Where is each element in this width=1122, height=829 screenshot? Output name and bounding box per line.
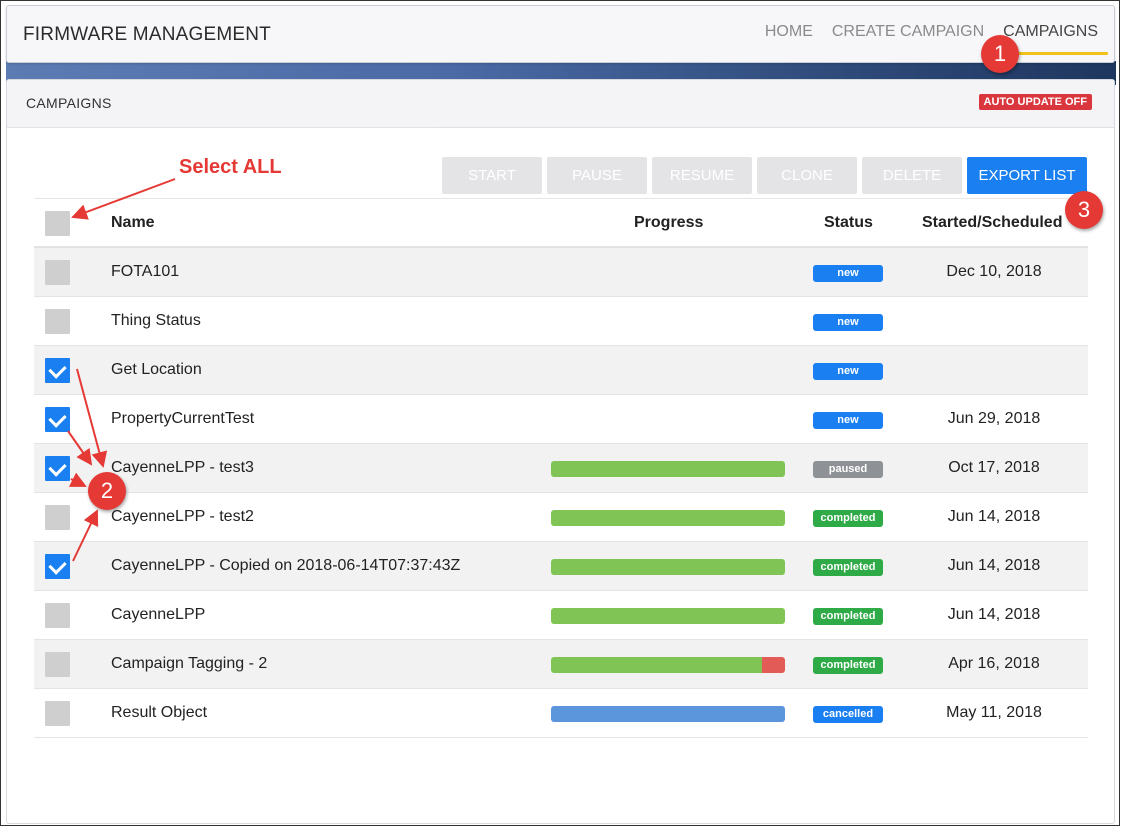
- row-checkbox[interactable]: [45, 407, 70, 432]
- campaign-name[interactable]: PropertyCurrentTest: [111, 410, 254, 428]
- status-badge: paused: [813, 461, 883, 478]
- main-nav: HOME CREATE CAMPAIGN CAMPAIGNS: [763, 23, 1108, 55]
- progress-bar: [551, 559, 785, 575]
- campaign-name[interactable]: FOTA101: [111, 263, 179, 281]
- campaign-name[interactable]: CayenneLPP - test2: [111, 508, 254, 526]
- status-badge: completed: [813, 559, 883, 576]
- callout-1: 1: [981, 35, 1019, 73]
- status-badge: completed: [813, 608, 883, 625]
- progress-bar: [551, 510, 785, 526]
- started-date: Jun 14, 2018: [947, 606, 1041, 623]
- campaign-name[interactable]: Get Location: [111, 361, 202, 379]
- table-row[interactable]: Result Object cancelled May 11, 2018: [34, 689, 1088, 738]
- campaign-name[interactable]: CayenneLPP: [111, 606, 205, 624]
- nav-campaigns[interactable]: CAMPAIGNS: [1001, 23, 1108, 55]
- campaign-name[interactable]: CayenneLPP - test3: [111, 459, 254, 477]
- table-body: FOTA101 new Dec 10, 2018 Thing Status new Get…: [34, 248, 1088, 738]
- campaign-toolbar: START PAUSE RESUME CLONE DELETE EXPORT L…: [442, 157, 1087, 194]
- table-row[interactable]: CayenneLPP - test3 paused Oct 17, 2018: [34, 444, 1088, 493]
- progress-cancelled-segment: [551, 706, 785, 722]
- status-badge: new: [813, 314, 883, 331]
- row-checkbox[interactable]: [45, 603, 70, 628]
- table-row[interactable]: Thing Status new: [34, 297, 1088, 346]
- table-row[interactable]: FOTA101 new Dec 10, 2018: [34, 248, 1088, 297]
- status-badge: cancelled: [813, 706, 883, 723]
- table-row[interactable]: Campaign Tagging - 2 completed Apr 16, 201…: [34, 640, 1088, 689]
- campaign-name[interactable]: Campaign Tagging - 2: [111, 655, 267, 673]
- row-checkbox[interactable]: [45, 260, 70, 285]
- select-all-checkbox[interactable]: [45, 211, 70, 236]
- progress-success-segment: [551, 461, 785, 477]
- progress-bar: [551, 706, 785, 722]
- campaign-name[interactable]: Thing Status: [111, 312, 201, 330]
- progress-success-segment: [551, 657, 762, 673]
- table-row[interactable]: CayenneLPP - Copied on 2018-06-14T07:37:…: [34, 542, 1088, 591]
- started-date: Apr 16, 2018: [948, 655, 1040, 672]
- column-header-started[interactable]: Started/Scheduled: [922, 214, 1062, 232]
- started-date: May 11, 2018: [946, 704, 1042, 721]
- status-badge: completed: [813, 510, 883, 527]
- top-navigation-bar: FIRMWARE MANAGEMENT HOME CREATE CAMPAIGN…: [6, 5, 1115, 63]
- started-date: Dec 10, 2018: [946, 263, 1042, 280]
- callout-2: 2: [88, 472, 126, 510]
- row-checkbox[interactable]: [45, 554, 70, 579]
- campaign-name[interactable]: Result Object: [111, 704, 207, 722]
- progress-bar: [551, 608, 785, 624]
- export-list-button[interactable]: EXPORT LIST: [967, 157, 1087, 194]
- row-checkbox[interactable]: [45, 701, 70, 726]
- progress-success-segment: [551, 608, 785, 624]
- screenshot-frame: FIRMWARE MANAGEMENT HOME CREATE CAMPAIGN…: [0, 0, 1120, 826]
- table-row[interactable]: PropertyCurrentTest new Jun 29, 2018: [34, 395, 1088, 444]
- progress-success-segment: [551, 510, 785, 526]
- progress-success-segment: [551, 559, 785, 575]
- status-badge: completed: [813, 657, 883, 674]
- app-title: FIRMWARE MANAGEMENT: [23, 24, 271, 45]
- status-badge: new: [813, 265, 883, 282]
- table-row[interactable]: Get Location new: [34, 346, 1088, 395]
- progress-failed-segment: [761, 657, 785, 673]
- started-date: Jun 14, 2018: [947, 557, 1041, 574]
- started-date: Jun 29, 2018: [947, 410, 1041, 427]
- nav-home[interactable]: HOME: [763, 23, 815, 41]
- started-date: Oct 17, 2018: [948, 459, 1040, 476]
- auto-update-toggle[interactable]: AUTO UPDATE OFF: [978, 94, 1092, 110]
- callout-3: 3: [1065, 191, 1103, 229]
- campaign-name[interactable]: CayenneLPP - Copied on 2018-06-14T07:37:…: [111, 557, 460, 575]
- column-header-progress[interactable]: Progress: [634, 214, 703, 232]
- progress-bar: [551, 461, 785, 477]
- column-header-name[interactable]: Name: [111, 214, 155, 232]
- delete-button[interactable]: DELETE: [862, 157, 962, 194]
- divider: [437, 127, 1114, 128]
- nav-campaigns-label: CAMPAIGNS: [1003, 23, 1098, 40]
- clone-button[interactable]: CLONE: [757, 157, 857, 194]
- row-checkbox[interactable]: [45, 652, 70, 677]
- row-checkbox[interactable]: [45, 456, 70, 481]
- table-row[interactable]: CayenneLPP completed Jun 14, 2018: [34, 591, 1088, 640]
- select-all-annotation: Select ALL: [179, 156, 282, 178]
- panel-title: CAMPAIGNS: [26, 95, 112, 111]
- table-header: Name Progress Status Started/Scheduled: [34, 198, 1088, 248]
- start-button[interactable]: START: [442, 157, 542, 194]
- status-badge: new: [813, 363, 883, 380]
- pause-button[interactable]: PAUSE: [547, 157, 647, 194]
- row-checkbox[interactable]: [45, 358, 70, 383]
- progress-bar: [551, 657, 785, 673]
- status-badge: new: [813, 412, 883, 429]
- resume-button[interactable]: RESUME: [652, 157, 752, 194]
- table-row[interactable]: CayenneLPP - test2 completed Jun 14, 2018: [34, 493, 1088, 542]
- started-date: Jun 14, 2018: [947, 508, 1041, 525]
- nav-create-campaign[interactable]: CREATE CAMPAIGN: [830, 23, 986, 41]
- panel-header: CAMPAIGNS AUTO UPDATE OFF: [7, 80, 1114, 128]
- column-header-status[interactable]: Status: [824, 214, 873, 232]
- row-checkbox[interactable]: [45, 309, 70, 334]
- row-checkbox[interactable]: [45, 505, 70, 530]
- campaigns-table: Name Progress Status Started/Scheduled F…: [34, 198, 1088, 738]
